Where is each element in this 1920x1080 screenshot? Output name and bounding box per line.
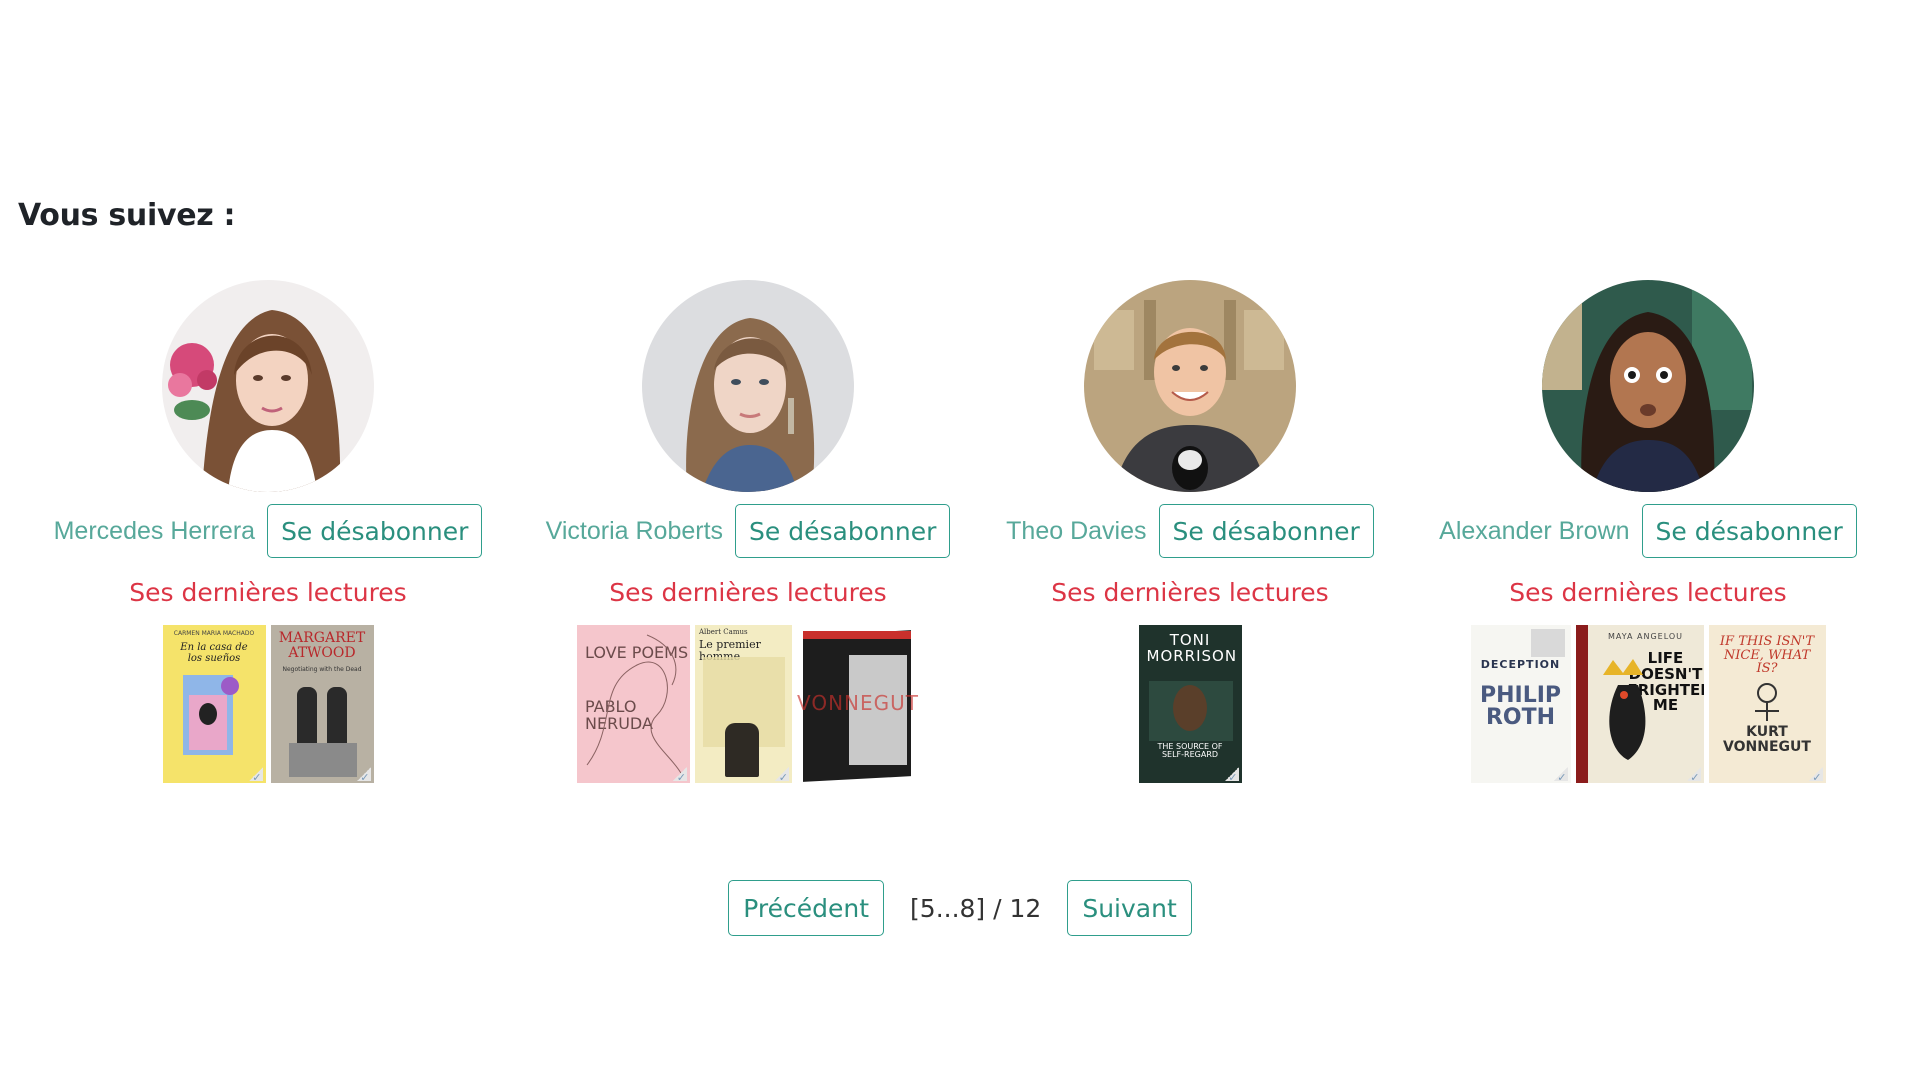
user-name[interactable]: Victoria Roberts bbox=[546, 517, 723, 546]
book-title: THE SOURCE OF SELF-REGARD bbox=[1157, 742, 1223, 760]
book-title: VONNEGUT bbox=[797, 691, 919, 715]
latest-readings-label: Ses dernières lectures bbox=[609, 578, 887, 607]
page: Vous suivez : Mercedes Herrera Se désabo… bbox=[0, 0, 1920, 1080]
user-row: Alexander Brown Se désabonner bbox=[1439, 504, 1857, 558]
book-title: En la casa de los sueños bbox=[180, 642, 248, 664]
book-author: MAYA ANGELOU bbox=[1607, 632, 1684, 641]
book-list: TONI MORRISON THE SOURCE OF SELF-REGARD bbox=[1138, 625, 1242, 785]
book-list: CARMEN MARIA MACHADO En la casa de los s… bbox=[162, 625, 374, 785]
page-range-info: [5...8] / 12 bbox=[910, 893, 1042, 923]
user-name[interactable]: Theo Davies bbox=[1006, 517, 1146, 546]
latest-readings-label: Ses dernières lectures bbox=[129, 578, 407, 607]
book-cover[interactable]: MAYA ANGELOU LIFE DOESN'T FRIGHTEN ME bbox=[1575, 625, 1704, 783]
previous-page-button[interactable]: Précédent bbox=[728, 880, 885, 936]
user-name[interactable]: Mercedes Herrera bbox=[54, 517, 255, 546]
book-cover[interactable]: DECEPTION PHILIP ROTH bbox=[1470, 625, 1571, 783]
followed-user-card: Alexander Brown Se désabonner Ses derniè… bbox=[1388, 280, 1908, 785]
user-row: Mercedes Herrera Se désabonner bbox=[54, 504, 483, 558]
book-author: KURT VONNEGUT bbox=[1723, 724, 1811, 755]
pagination: Précédent [5...8] / 12 Suivant bbox=[0, 880, 1920, 936]
book-title: IF THIS ISN'T NICE, WHAT IS? bbox=[1719, 634, 1815, 677]
book-cover[interactable]: IF THIS ISN'T NICE, WHAT IS? KURT VONNEG… bbox=[1708, 625, 1826, 783]
book-list: DECEPTION PHILIP ROTH MAYA ANGELOU LIFE … bbox=[1470, 625, 1826, 785]
book-cover[interactable]: Albert Camus Le premier homme bbox=[695, 625, 792, 783]
avatar[interactable] bbox=[642, 280, 854, 492]
unsubscribe-button[interactable]: Se désabonner bbox=[735, 504, 951, 558]
book-title: Negotiating with the Dead bbox=[282, 666, 362, 673]
followed-user-card: Theo Davies Se désabonner Ses dernières … bbox=[930, 280, 1450, 785]
book-cover[interactable]: VONNEGUT bbox=[797, 625, 919, 783]
user-row: Victoria Roberts Se désabonner bbox=[546, 504, 951, 558]
book-author: TONI MORRISON bbox=[1146, 631, 1238, 665]
book-author: PHILIP ROTH bbox=[1479, 683, 1562, 730]
book-title: DECEPTION bbox=[1480, 658, 1561, 671]
next-page-button[interactable]: Suivant bbox=[1067, 880, 1192, 936]
latest-readings-label: Ses dernières lectures bbox=[1509, 578, 1787, 607]
avatar[interactable] bbox=[1084, 280, 1296, 492]
avatar[interactable] bbox=[1542, 280, 1754, 492]
section-title: Vous suivez : bbox=[18, 198, 236, 233]
avatar[interactable] bbox=[162, 280, 374, 492]
book-cover[interactable]: TONI MORRISON THE SOURCE OF SELF-REGARD bbox=[1138, 625, 1242, 783]
book-author: CARMEN MARIA MACHADO bbox=[173, 630, 255, 637]
book-list: PABLO NERUDA LOVE POEMS Albert Camus Le … bbox=[577, 625, 919, 785]
book-cover[interactable]: CARMEN MARIA MACHADO En la casa de los s… bbox=[162, 625, 266, 783]
unsubscribe-button[interactable]: Se désabonner bbox=[267, 504, 483, 558]
book-author: MARGARET ATWOOD bbox=[278, 630, 366, 661]
user-name[interactable]: Alexander Brown bbox=[1439, 517, 1629, 546]
user-row: Theo Davies Se désabonner bbox=[1006, 504, 1374, 558]
book-cover[interactable]: MARGARET ATWOOD Negotiating with the Dea… bbox=[270, 625, 374, 783]
followed-user-card: Mercedes Herrera Se désabonner Ses derni… bbox=[8, 280, 528, 785]
book-cover[interactable]: PABLO NERUDA LOVE POEMS bbox=[577, 625, 690, 783]
book-author: Albert Camus bbox=[699, 628, 748, 636]
unsubscribe-button[interactable]: Se désabonner bbox=[1641, 504, 1857, 558]
latest-readings-label: Ses dernières lectures bbox=[1051, 578, 1329, 607]
unsubscribe-button[interactable]: Se désabonner bbox=[1158, 504, 1374, 558]
